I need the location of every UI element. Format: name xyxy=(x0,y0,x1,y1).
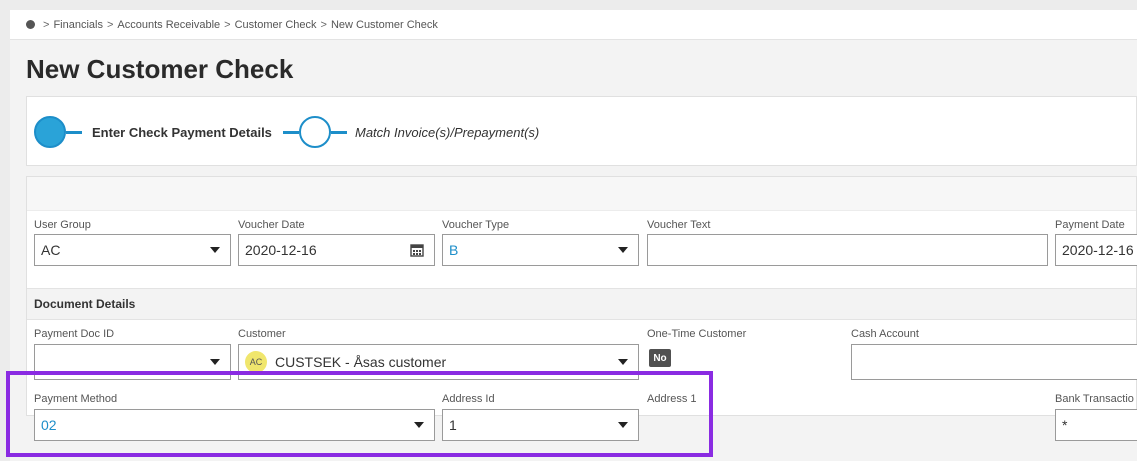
step-connector xyxy=(66,130,82,134)
bank-transaction-value: * xyxy=(1062,417,1068,433)
payment-date-label: Payment Date xyxy=(1055,219,1125,231)
address-id-value: 1 xyxy=(449,417,457,433)
payment-method-value: 02 xyxy=(41,417,57,433)
user-group-label: User Group xyxy=(34,219,91,231)
voucher-type-value: B xyxy=(449,242,459,258)
chevron-down-icon xyxy=(618,359,628,365)
check-form: User Group AC Voucher Date 2020-12-16 Vo… xyxy=(26,176,1137,441)
document-details-header: Document Details xyxy=(27,288,1136,320)
chevron-down-icon xyxy=(618,247,628,253)
breadcrumb-separator: > xyxy=(320,18,327,31)
chevron-down-icon xyxy=(414,422,424,428)
step-pending-icon xyxy=(299,116,331,148)
wizard-steps: Enter Check Payment Details Match Invoic… xyxy=(26,96,1137,166)
step-connector xyxy=(283,130,299,134)
step-label: Enter Check Payment Details xyxy=(92,124,272,140)
payment-doc-id-select[interactable] xyxy=(34,344,231,380)
payment-method-label: Payment Method xyxy=(34,393,118,405)
one-time-customer-toggle[interactable]: No xyxy=(649,349,671,367)
step-active-icon xyxy=(34,116,66,148)
cash-account-label: Cash Account xyxy=(851,328,919,340)
breadcrumb-accounts-receivable[interactable]: Accounts Receivable xyxy=(117,19,220,31)
voucher-type-select[interactable]: B xyxy=(442,234,639,266)
voucher-text-label: Voucher Text xyxy=(647,219,711,231)
voucher-date-field[interactable]: 2020-12-16 xyxy=(238,234,435,266)
main-content: New Customer Check Enter Check Payment D… xyxy=(10,40,1137,461)
breadcrumb-separator: > xyxy=(106,18,114,31)
voucher-date-label: Voucher Date xyxy=(238,219,305,231)
bank-transaction-label: Bank Transactio xyxy=(1055,393,1134,405)
chevron-down-icon xyxy=(210,247,220,253)
one-time-customer-label: One-Time Customer xyxy=(647,328,747,340)
breadcrumb-new-customer-check: New Customer Check xyxy=(330,18,438,31)
step-label: Match Invoice(s)/Prepayment(s) xyxy=(355,124,540,140)
payment-method-select[interactable]: 02 xyxy=(34,409,435,441)
page-title: New Customer Check xyxy=(26,54,294,84)
voucher-type-label: Voucher Type xyxy=(442,219,510,231)
breadcrumb: > Financials > Accounts Receivable > Cus… xyxy=(10,10,1137,40)
document-details-title: Document Details xyxy=(34,297,136,311)
step-connector xyxy=(331,130,347,134)
breadcrumb-separator: > xyxy=(224,18,231,31)
breadcrumb-customer-check[interactable]: Customer Check xyxy=(235,19,317,31)
step-enter-payment-details[interactable]: Enter Check Payment Details xyxy=(34,116,272,148)
address-1-label: Address 1 xyxy=(647,393,697,405)
breadcrumb-financials[interactable]: Financials xyxy=(53,19,103,31)
address-id-select[interactable]: 1 xyxy=(442,409,639,441)
step-match-invoices[interactable]: Match Invoice(s)/Prepayment(s) xyxy=(283,116,539,148)
calendar-icon[interactable] xyxy=(410,243,424,257)
cash-account-input[interactable] xyxy=(851,344,1137,380)
chevron-down-icon xyxy=(210,359,220,365)
payment-date-field[interactable]: 2020-12-16 xyxy=(1055,234,1137,266)
payment-doc-id-label: Payment Doc ID xyxy=(34,328,115,340)
chevron-down-icon xyxy=(618,422,628,428)
breadcrumb-separator: > xyxy=(43,18,50,31)
user-group-value: AC xyxy=(41,242,61,258)
home-icon[interactable] xyxy=(26,20,35,29)
user-group-select[interactable]: AC xyxy=(34,234,231,266)
customer-select[interactable]: AC CUSTSEK - Åsas customer xyxy=(238,344,639,380)
voucher-text-input[interactable] xyxy=(647,234,1048,266)
payment-date-value: 2020-12-16 xyxy=(1062,242,1134,258)
avatar: AC xyxy=(245,351,267,373)
address-id-label: Address Id xyxy=(442,393,495,405)
customer-value: CUSTSEK - Åsas customer xyxy=(275,354,447,370)
customer-label: Customer xyxy=(238,328,286,340)
form-header-strip xyxy=(27,177,1136,211)
bank-transaction-input[interactable]: * xyxy=(1055,409,1137,441)
voucher-date-value: 2020-12-16 xyxy=(245,242,317,258)
